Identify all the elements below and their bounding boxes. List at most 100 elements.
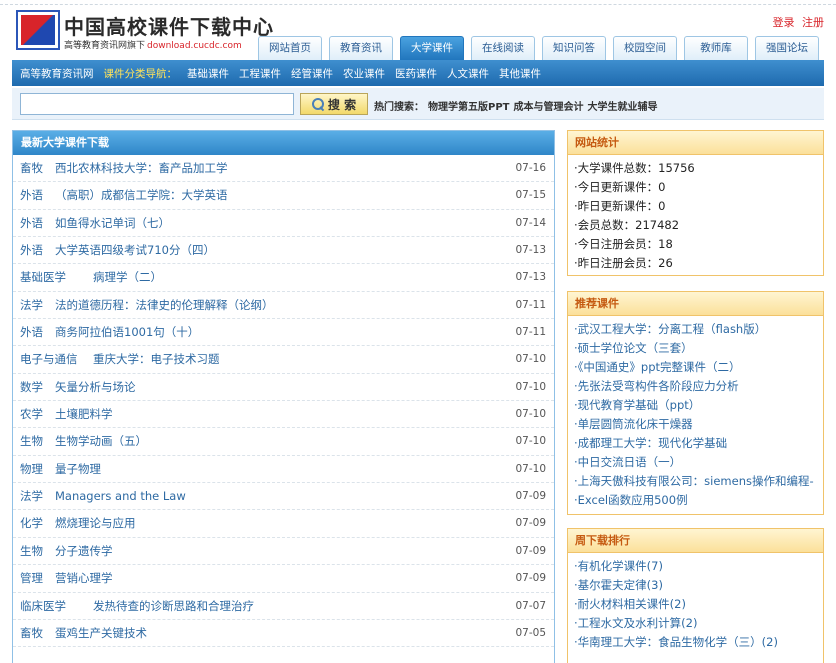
- course-category[interactable]: 外语: [20, 182, 43, 209]
- subnav-item-agriculture[interactable]: 农业课件: [343, 66, 385, 81]
- tab-home[interactable]: 网站首页: [258, 36, 322, 60]
- course-row[interactable]: 畜牧 西北农林科技大学：畜产品加工学 07-16: [13, 155, 554, 183]
- course-category[interactable]: 外语: [20, 237, 43, 264]
- recommended-item[interactable]: ·《中国通史》ppt完整课件（二）: [574, 358, 823, 377]
- course-title[interactable]: 量子物理: [55, 456, 101, 483]
- course-category[interactable]: 外语: [20, 319, 43, 346]
- recommended-item[interactable]: ·现代教育学基础（ppt）: [574, 396, 823, 415]
- course-title[interactable]: 病理学（二）: [93, 264, 162, 291]
- course-row[interactable]: 临床医学 发热待查的诊断思路和合理治疗 07-07: [13, 593, 554, 620]
- subnav-item-engineering[interactable]: 工程课件: [239, 66, 281, 81]
- subnav-item-medicine[interactable]: 医药课件: [395, 66, 437, 81]
- subnav-item-management[interactable]: 经管课件: [291, 66, 333, 81]
- recommended-item[interactable]: ·成都理工大学：现代化学基础: [574, 434, 823, 453]
- course-title[interactable]: 西北农林科技大学：畜产品加工学: [55, 155, 228, 182]
- course-category[interactable]: 畜牧: [20, 620, 43, 647]
- course-row[interactable]: 法学 法的道德历程：法律史的伦理解释（论纲） 07-11: [13, 292, 554, 320]
- course-category[interactable]: 生物: [20, 428, 43, 455]
- tab-qa[interactable]: 知识问答: [542, 36, 606, 60]
- course-title[interactable]: 商务阿拉伯语1001句（十）: [55, 319, 199, 346]
- recommended-item[interactable]: ·武汉工程大学：分离工程（flash版）: [574, 320, 823, 339]
- recommended-item[interactable]: ·中日交流日语（一）: [574, 453, 823, 472]
- subnav-item-humanities[interactable]: 人文课件: [447, 66, 489, 81]
- hot-search-keyword[interactable]: 大学生就业辅导: [587, 102, 657, 113]
- course-category[interactable]: 电子与通信: [20, 346, 78, 373]
- ranking-item[interactable]: ·耐火材料相关课件(2): [574, 595, 823, 614]
- course-category[interactable]: 农学: [20, 401, 43, 428]
- course-category[interactable]: 法学: [20, 483, 43, 510]
- course-row[interactable]: 管理 营销心理学 07-09: [13, 565, 554, 593]
- stat-item: ·会员总数：217482: [574, 218, 680, 232]
- recommended-item[interactable]: ·先张法受弯构件各阶段应力分析: [574, 377, 823, 396]
- register-link[interactable]: 注册: [802, 16, 824, 29]
- course-category[interactable]: 法学: [20, 292, 43, 319]
- course-row[interactable]: 生物 分子遗传学 07-09: [13, 538, 554, 566]
- course-category[interactable]: 化学: [20, 510, 43, 537]
- site-logo[interactable]: [16, 10, 60, 50]
- recommended-item[interactable]: ·Excel函数应用500例: [574, 491, 823, 510]
- course-category[interactable]: 外语: [20, 210, 43, 237]
- login-link[interactable]: 登录: [773, 16, 795, 29]
- subnav-site-link[interactable]: 高等教育资讯网: [20, 66, 94, 81]
- course-title[interactable]: 如鱼得水记单词（七）: [55, 210, 170, 237]
- course-row[interactable]: 生物 生物学动画（五） 07-10: [13, 428, 554, 456]
- course-row[interactable]: 数学 矢量分析与场论 07-10: [13, 374, 554, 402]
- tab-campus-space[interactable]: 校园空间: [613, 36, 677, 60]
- tab-online-reading[interactable]: 在线阅读: [471, 36, 535, 60]
- search-button[interactable]: 搜 索: [300, 93, 368, 115]
- subnav-item-other[interactable]: 其他课件: [499, 66, 541, 81]
- course-row[interactable]: 外语 大学英语四级考试710分（四） 07-13: [13, 237, 554, 265]
- course-row[interactable]: 畜牧 蛋鸡生产关键技术 07-05: [13, 620, 554, 648]
- course-row[interactable]: 外语 （高职）成都信工学院：大学英语 07-15: [13, 182, 554, 210]
- course-title[interactable]: 法的道德历程：法律史的伦理解释（论纲）: [55, 292, 274, 319]
- course-title[interactable]: 生物学动画（五）: [55, 428, 147, 455]
- course-title[interactable]: 矢量分析与场论: [55, 374, 136, 401]
- tab-university-courseware[interactable]: 大学课件: [400, 36, 464, 60]
- course-row[interactable]: 电子与通信 重庆大学：电子技术习题 07-10: [13, 346, 554, 374]
- course-title[interactable]: 发热待查的诊断思路和合理治疗: [93, 593, 254, 620]
- course-title[interactable]: 大学英语四级考试710分（四）: [55, 237, 215, 264]
- site-stats-list: ·大学课件总数：15756 ·今日更新课件：0 ·昨日更新课件：0 ·会员总数：…: [568, 155, 823, 273]
- course-row[interactable]: 农学 土壤肥料学 07-10: [13, 401, 554, 429]
- course-category[interactable]: 畜牧: [20, 155, 43, 182]
- course-row[interactable]: 化学 燃烧理论与应用 07-09: [13, 510, 554, 538]
- ranking-item[interactable]: ·工程水文及水利计算(2): [574, 614, 823, 633]
- course-date: 07-09: [515, 572, 546, 585]
- course-row[interactable]: 外语 如鱼得水记单词（七） 07-14: [13, 210, 554, 238]
- course-category[interactable]: 物理: [20, 456, 43, 483]
- course-category[interactable]: 数学: [20, 374, 43, 401]
- ranking-item[interactable]: ·有机化学课件(7): [574, 557, 823, 576]
- recommended-item[interactable]: ·单层圆筒流化床干燥器: [574, 415, 823, 434]
- recommended-item[interactable]: ·上海天傲科技有限公司：siemens操作和编程-: [574, 472, 823, 491]
- tab-education-news[interactable]: 教育资讯: [329, 36, 393, 60]
- course-row[interactable]: 物理 量子物理 07-10: [13, 456, 554, 484]
- course-title[interactable]: 土壤肥料学: [55, 401, 113, 428]
- course-title[interactable]: （高职）成都信工学院：大学英语: [55, 182, 228, 209]
- course-category[interactable]: 管理: [20, 565, 43, 592]
- course-title[interactable]: 蛋鸡生产关键技术: [55, 620, 147, 647]
- ranking-item[interactable]: ·华南理工大学：食品生物化学（三）(2): [574, 633, 823, 652]
- hot-search-keyword[interactable]: 物理学第五版PPT: [428, 102, 509, 113]
- course-title[interactable]: 营销心理学: [55, 565, 113, 592]
- course-title[interactable]: 重庆大学：电子技术习题: [93, 346, 220, 373]
- tab-forum[interactable]: 强国论坛: [755, 36, 819, 60]
- site-slogan: 高等教育资讯网旗下 download.cucdc.com: [64, 38, 242, 51]
- course-title[interactable]: 燃烧理论与应用: [55, 510, 136, 537]
- course-category[interactable]: 生物: [20, 538, 43, 565]
- tab-teachers[interactable]: 教师库: [684, 36, 748, 60]
- course-category[interactable]: 临床医学: [20, 593, 66, 620]
- recommended-item[interactable]: ·硕士学位论文（三套）: [574, 339, 823, 358]
- course-title[interactable]: 分子遗传学: [55, 538, 113, 565]
- hot-search-keyword[interactable]: 成本与管理会计: [513, 102, 583, 113]
- course-date: 07-09: [515, 544, 546, 557]
- search-input[interactable]: [20, 93, 294, 115]
- course-row[interactable]: 外语 商务阿拉伯语1001句（十） 07-11: [13, 319, 554, 347]
- course-title[interactable]: Managers and the Law: [55, 483, 186, 510]
- course-category[interactable]: 基础医学: [20, 264, 66, 291]
- course-date: 07-05: [515, 626, 546, 639]
- site-title: 中国高校课件下载中心: [64, 15, 274, 39]
- course-row[interactable]: 法学 Managers and the Law 07-09: [13, 483, 554, 511]
- ranking-item[interactable]: ·基尔霍夫定律(3): [574, 576, 823, 595]
- course-row[interactable]: 基础医学 病理学（二） 07-13: [13, 264, 554, 292]
- subnav-item-basic[interactable]: 基础课件: [187, 66, 229, 81]
